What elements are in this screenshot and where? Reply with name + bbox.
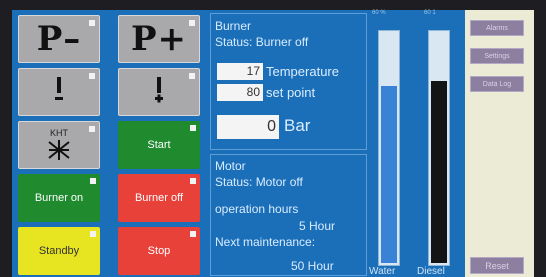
pressure-plus-label: P+ — [130, 19, 188, 59]
burner-off-label: Burner off — [134, 192, 184, 204]
diesel-scale-label: 60 1 — [424, 10, 436, 16]
hmi-bezel: P– KHT Burner on Standby P+ Start Burner… — [0, 0, 546, 277]
alarms-button[interactable]: Alarms — [470, 20, 524, 36]
motor-status: Status: Motor off — [215, 175, 303, 189]
burner-status: Status: Burner off — [215, 35, 309, 49]
temperature-down-button[interactable] — [18, 68, 100, 116]
setpoint-value[interactable]: 80 — [217, 84, 263, 101]
heater-icon — [48, 140, 70, 160]
pressure-plus-button[interactable]: P+ — [118, 15, 200, 63]
setpoint-label: set point — [266, 85, 316, 100]
burner-panel: Burner Status: Burner off 17 Temperature… — [210, 13, 367, 150]
water-label: Water — [369, 266, 396, 277]
indicator-led — [90, 178, 96, 184]
burner-on-button[interactable]: Burner on — [18, 174, 100, 222]
thermometer-minus-icon — [55, 77, 63, 100]
standby-button[interactable]: Standby — [18, 227, 100, 275]
water-level-gauge — [378, 30, 400, 266]
temperature-label: Temperature — [266, 64, 339, 79]
side-menu: Alarms Settings Data Log Reset — [465, 10, 534, 277]
pressure-unit: Bar — [284, 116, 311, 135]
start-label: Start — [147, 139, 171, 151]
water-level-fill — [381, 86, 397, 263]
data-log-button[interactable]: Data Log — [470, 76, 524, 92]
diesel-level-fill — [431, 81, 447, 263]
pressure-value: 0 — [217, 115, 279, 139]
indicator-led — [89, 20, 95, 26]
indicator-led — [189, 20, 195, 26]
indicator-led — [89, 73, 95, 79]
stop-label: Stop — [147, 245, 171, 257]
pressure-minus-button[interactable]: P– — [18, 15, 100, 63]
temperature-value: 17 — [217, 63, 263, 80]
water-scale-label: 60 % — [372, 10, 386, 16]
indicator-led — [90, 231, 96, 237]
standby-label: Standby — [38, 245, 80, 257]
settings-button[interactable]: Settings — [470, 48, 524, 64]
kht-label: KHT — [50, 128, 68, 138]
stop-button[interactable]: Stop — [118, 227, 200, 275]
burner-title: Burner — [215, 19, 252, 33]
thermometer-plus-icon — [155, 77, 163, 103]
operation-hours-label: operation hours — [215, 202, 299, 216]
start-button[interactable]: Start — [118, 121, 200, 169]
burner-on-label: Burner on — [34, 192, 84, 204]
next-maintenance-value: 50 Hour — [291, 259, 334, 273]
indicator-led — [190, 125, 196, 131]
temperature-up-button[interactable] — [118, 68, 200, 116]
reset-button[interactable]: Reset — [470, 257, 524, 274]
hmi-screen: P– KHT Burner on Standby P+ Start Burner… — [12, 10, 534, 277]
indicator-led — [190, 178, 196, 184]
motor-title: Motor — [215, 159, 246, 173]
diesel-level-gauge — [428, 30, 450, 266]
diesel-label: Diesel — [417, 266, 445, 277]
indicator-led — [190, 231, 196, 237]
operation-hours-value: 5 Hour — [299, 219, 336, 233]
kht-button[interactable]: KHT — [18, 121, 100, 169]
indicator-led — [189, 73, 195, 79]
motor-panel: Motor Status: Motor off operation hours … — [210, 154, 367, 276]
burner-off-button[interactable]: Burner off — [118, 174, 200, 222]
next-maintenance-label: Next maintenance: — [215, 235, 316, 249]
indicator-led — [89, 126, 95, 132]
pressure-minus-label: P– — [36, 19, 82, 59]
